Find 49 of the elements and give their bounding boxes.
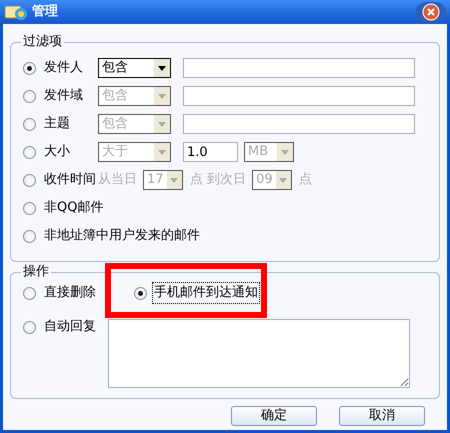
dropdown: 09 bbox=[252, 170, 292, 190]
window-title: 管理 bbox=[32, 3, 58, 22]
radio-button[interactable] bbox=[23, 62, 36, 74]
dropdown: 大于 bbox=[98, 142, 171, 162]
radio-label: 收件时间 bbox=[44, 171, 97, 190]
option-text: 从当日 bbox=[98, 171, 137, 190]
group-legend: 过滤项 bbox=[21, 34, 64, 50]
radio-button[interactable] bbox=[23, 202, 36, 214]
radio-button[interactable] bbox=[23, 90, 36, 102]
radio-button[interactable] bbox=[23, 320, 36, 334]
caret-icon bbox=[170, 178, 178, 182]
close-icon bbox=[422, 3, 440, 21]
caret-icon bbox=[279, 178, 288, 182]
caret-icon bbox=[158, 66, 166, 70]
option-text: 点 到次日 bbox=[190, 171, 246, 190]
dropdown: 包含 bbox=[98, 114, 171, 134]
radio-label: 发件域 bbox=[44, 87, 84, 106]
radio-label: 自动回复 bbox=[44, 318, 96, 336]
radio-button[interactable] bbox=[23, 286, 36, 300]
reply-text-area[interactable] bbox=[108, 319, 410, 388]
radio-button[interactable] bbox=[23, 118, 36, 130]
radio-label: 手机邮件到达通知 bbox=[153, 283, 259, 303]
caret-icon bbox=[158, 150, 166, 154]
group-legend: 操作 bbox=[21, 264, 51, 280]
dropdown: MB bbox=[244, 142, 294, 162]
radio-button[interactable] bbox=[23, 230, 36, 242]
caret-icon bbox=[158, 122, 166, 126]
dialog-button[interactable]: 确定 bbox=[231, 406, 317, 426]
radio-label: 主题 bbox=[44, 115, 71, 134]
dropdown: 17 bbox=[143, 170, 183, 190]
dropdown: 包含 bbox=[98, 86, 171, 106]
text-field[interactable]: 1.0 bbox=[183, 142, 238, 162]
close-button[interactable] bbox=[416, 2, 446, 22]
radio-label: 非地址簿中用户发来的邮件 bbox=[44, 227, 200, 246]
radio-button[interactable] bbox=[23, 146, 36, 158]
text-field[interactable] bbox=[183, 114, 415, 134]
caret-icon bbox=[158, 94, 166, 98]
radio-label: 大小 bbox=[44, 143, 71, 162]
radio-label: 非QQ邮件 bbox=[44, 199, 104, 218]
radio-label: 发件人 bbox=[44, 59, 84, 78]
text-field[interactable] bbox=[183, 86, 415, 106]
option-text: 点 bbox=[299, 171, 312, 190]
radio-button[interactable] bbox=[134, 286, 147, 300]
dropdown[interactable]: 包含 bbox=[98, 58, 171, 78]
radio-label: 直接删除 bbox=[44, 284, 96, 302]
caret-icon bbox=[281, 150, 289, 154]
radio-button[interactable] bbox=[23, 174, 36, 186]
text-field[interactable] bbox=[183, 58, 415, 78]
dialog-button[interactable]: 取消 bbox=[339, 406, 425, 426]
